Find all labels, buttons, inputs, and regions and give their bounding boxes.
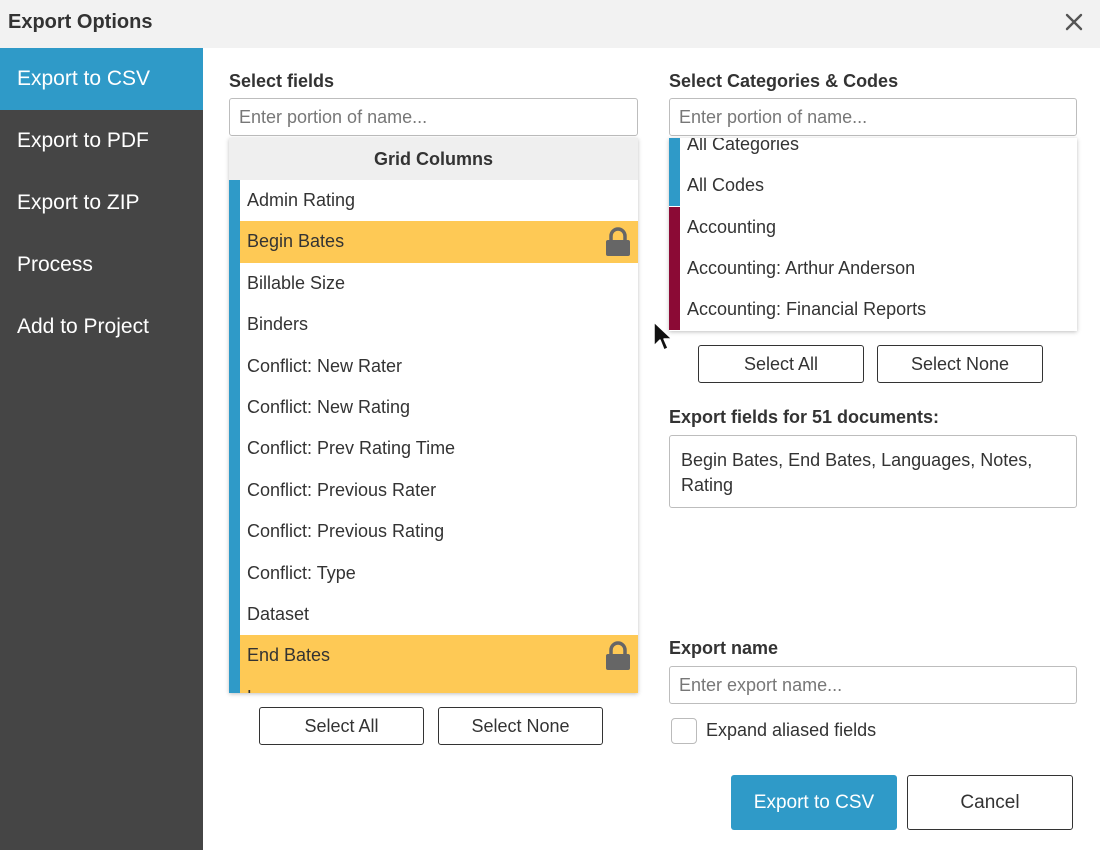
category-color-strip — [669, 138, 680, 165]
list-accent-bar — [229, 180, 240, 693]
list-item[interactable]: Begin Bates — [240, 221, 638, 263]
fields-list: Grid Columns Admin Rating Begin Bates Bi… — [229, 138, 638, 693]
dialog-titlebar: Export Options — [0, 0, 1100, 48]
list-item-label: Conflict: New Rater — [247, 355, 403, 376]
list-item[interactable]: Conflict: New Rating — [240, 387, 638, 428]
list-item-label: Conflict: New Rating — [247, 396, 411, 417]
dialog-title: Export Options — [8, 11, 153, 33]
list-item-label: Conflict: Previous Rater — [247, 479, 437, 500]
lock-icon — [606, 641, 630, 671]
expand-aliased-checkbox[interactable] — [671, 718, 697, 744]
list-item-label: Conflict: Type — [247, 562, 356, 583]
list-item[interactable]: End Bates — [240, 635, 638, 677]
categories-search-input[interactable] — [669, 98, 1077, 136]
category-label: Accounting: Financial Reports — [687, 299, 927, 319]
list-item-label: Admin Rating — [247, 190, 356, 210]
category-label: All Categories — [687, 138, 800, 154]
sidebar-item-export-zip[interactable]: Export to ZIP — [0, 172, 203, 234]
list-item-label: Binders — [247, 314, 309, 335]
list-item[interactable]: Accounting: Financial Reports — [669, 289, 1077, 330]
categories-list: All Categories All Codes Accounting Acco… — [669, 138, 1077, 331]
list-item[interactable]: Conflict: Previous Rater — [240, 470, 638, 511]
list-item[interactable]: Admin Rating — [240, 180, 638, 221]
fields-select-all-button[interactable]: Select All — [259, 707, 424, 745]
sidebar: Export to CSV Export to PDF Export to ZI… — [0, 48, 203, 850]
list-item-label: End Bates — [247, 645, 331, 666]
fields-select-none-button[interactable]: Select None — [438, 707, 603, 745]
mouse-cursor-icon — [653, 321, 673, 351]
list-item[interactable]: Conflict: New Rater — [240, 346, 638, 387]
list-item[interactable]: Billable Size — [240, 263, 638, 304]
list-item-label: Conflict: Previous Rating — [247, 521, 445, 542]
sidebar-item-process[interactable]: Process — [0, 234, 203, 296]
select-fields-label: Select fields — [229, 71, 335, 91]
list-item[interactable]: Accounting — [669, 207, 1077, 248]
list-item[interactable]: Dataset — [240, 594, 638, 635]
categories-select-all-button[interactable]: Select All — [698, 345, 864, 383]
list-item-label: Dataset — [247, 603, 310, 624]
sidebar-item-add-to-project[interactable]: Add to Project — [0, 296, 203, 358]
list-item[interactable]: Conflict: Previous Rating — [240, 511, 638, 552]
list-item[interactable]: All Categories — [669, 138, 1077, 165]
lock-icon — [606, 227, 630, 257]
list-item[interactable]: Accounting: Arthur Anderson — [669, 248, 1077, 289]
list-item-label: Begin Bates — [247, 231, 345, 252]
list-item-label: L — [247, 687, 257, 693]
category-label: All Codes — [687, 175, 765, 195]
category-color-strip — [669, 207, 680, 248]
cancel-button[interactable]: Cancel — [907, 775, 1073, 830]
list-item-label: Billable Size — [247, 272, 346, 293]
category-color-strip — [669, 165, 680, 206]
sidebar-item-export-pdf[interactable]: Export to PDF — [0, 110, 203, 172]
category-color-strip — [669, 248, 680, 289]
list-item[interactable]: All Codes — [669, 165, 1077, 206]
export-name-label: Export name — [669, 638, 779, 658]
fields-search-input[interactable] — [229, 98, 638, 136]
list-item[interactable]: Conflict: Type — [240, 553, 638, 594]
expand-aliased-label: Expand aliased fields — [706, 720, 877, 740]
export-csv-button[interactable]: Export to CSV — [731, 775, 897, 830]
close-icon[interactable] — [1060, 8, 1088, 36]
export-fields-summary: Begin Bates, End Bates, Languages, Notes… — [669, 435, 1077, 508]
list-header: Grid Columns — [229, 138, 638, 180]
category-label: Accounting — [687, 217, 777, 237]
export-name-input[interactable] — [669, 666, 1077, 704]
export-fields-label: Export fields for 51 documents: — [669, 407, 940, 427]
list-item[interactable]: L — [240, 676, 638, 693]
list-item[interactable]: Conflict: Prev Rating Time — [240, 428, 638, 469]
select-categories-label: Select Categories & Codes — [669, 71, 899, 91]
list-item[interactable]: Binders — [240, 304, 638, 345]
sidebar-item-export-csv[interactable]: Export to CSV — [0, 48, 203, 110]
categories-select-none-button[interactable]: Select None — [877, 345, 1043, 383]
list-item-label: Conflict: Prev Rating Time — [247, 438, 456, 459]
category-label: Accounting: Arthur Anderson — [687, 258, 916, 278]
